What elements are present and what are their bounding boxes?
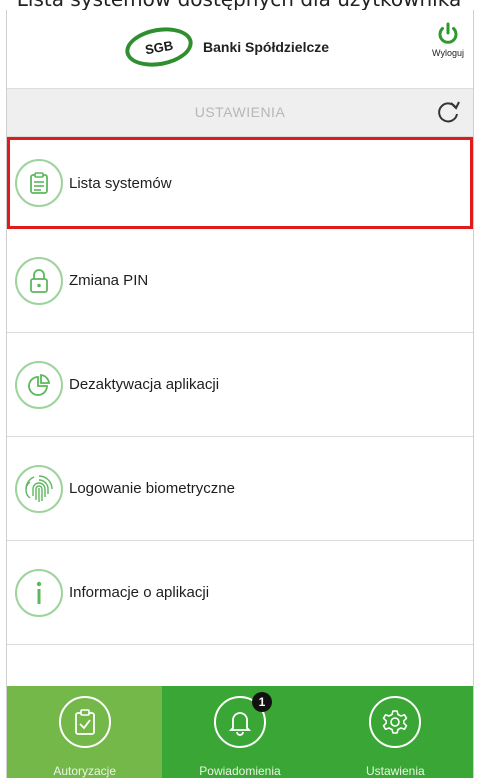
menu-item-dezaktywacja[interactable]: Dezaktywacja aplikacji <box>7 333 473 437</box>
logo-badge-text: SGB <box>143 37 175 57</box>
menu-item-zmiana-pin[interactable]: Zmiana PIN <box>7 229 473 333</box>
clipboard-check-icon <box>58 696 111 748</box>
menu-item-label: Logowanie biometryczne <box>69 480 235 497</box>
title-bar: USTAWIENIA <box>7 89 473 137</box>
menu-item-label: Informacje o aplikacji <box>69 584 210 601</box>
phone-screen: SGB Banki Spółdzielcze Wyloguj USTAWIENI… <box>6 10 474 778</box>
clipboard-icon <box>15 159 63 207</box>
menu-item-informacje[interactable]: Informacje o aplikacji <box>7 541 473 645</box>
tab-autoryzacje[interactable]: Autoryzacje <box>7 686 163 778</box>
info-icon <box>15 568 63 617</box>
bottom-navigation: Autoryzacje 1 Powiadomienia Ustawienia <box>7 686 473 778</box>
gear-icon <box>369 696 422 748</box>
fingerprint-icon <box>15 464 63 513</box>
tab-label: Ustawienia <box>365 764 425 778</box>
settings-menu: Lista systemów Zmiana PIN Dezaktywacja a… <box>7 137 473 645</box>
lock-icon <box>15 256 63 305</box>
pie-chart-icon <box>15 360 63 409</box>
page-title: USTAWIENIA <box>194 104 286 120</box>
sgb-logo: SGB Banki Spółdzielcze <box>122 22 330 72</box>
caption-text: Lista systemów dostępnych dla użytkownik… <box>0 0 478 9</box>
menu-item-label: Zmiana PIN <box>69 272 149 289</box>
menu-item-logowanie-biometryczne[interactable]: Logowanie biometryczne <box>7 437 473 541</box>
logout-button[interactable]: Wyloguj <box>425 22 471 58</box>
logout-label: Wyloguj <box>432 48 464 58</box>
tab-label: Autoryzacje <box>53 764 117 778</box>
logo-badge: SGB <box>122 22 196 72</box>
power-icon <box>438 22 458 44</box>
menu-item-label: Dezaktywacja aplikacji <box>69 376 220 393</box>
bell-icon: 1 <box>213 692 272 748</box>
logo-text: Banki Spółdzielcze <box>203 39 330 55</box>
page-caption: Lista systemów dostępnych dla użytkownik… <box>0 0 478 10</box>
tab-ustawienia[interactable]: Ustawienia <box>318 686 473 778</box>
tab-label: Powiadomienia <box>199 764 281 778</box>
tab-powiadomienia[interactable]: 1 Powiadomienia <box>162 686 317 778</box>
menu-item-lista-systemow[interactable]: Lista systemów <box>7 137 473 229</box>
app-header: SGB Banki Spółdzielcze Wyloguj <box>7 10 473 89</box>
refresh-icon[interactable] <box>435 99 461 125</box>
menu-item-label: Lista systemów <box>69 174 172 192</box>
notification-badge: 1 <box>251 692 272 712</box>
